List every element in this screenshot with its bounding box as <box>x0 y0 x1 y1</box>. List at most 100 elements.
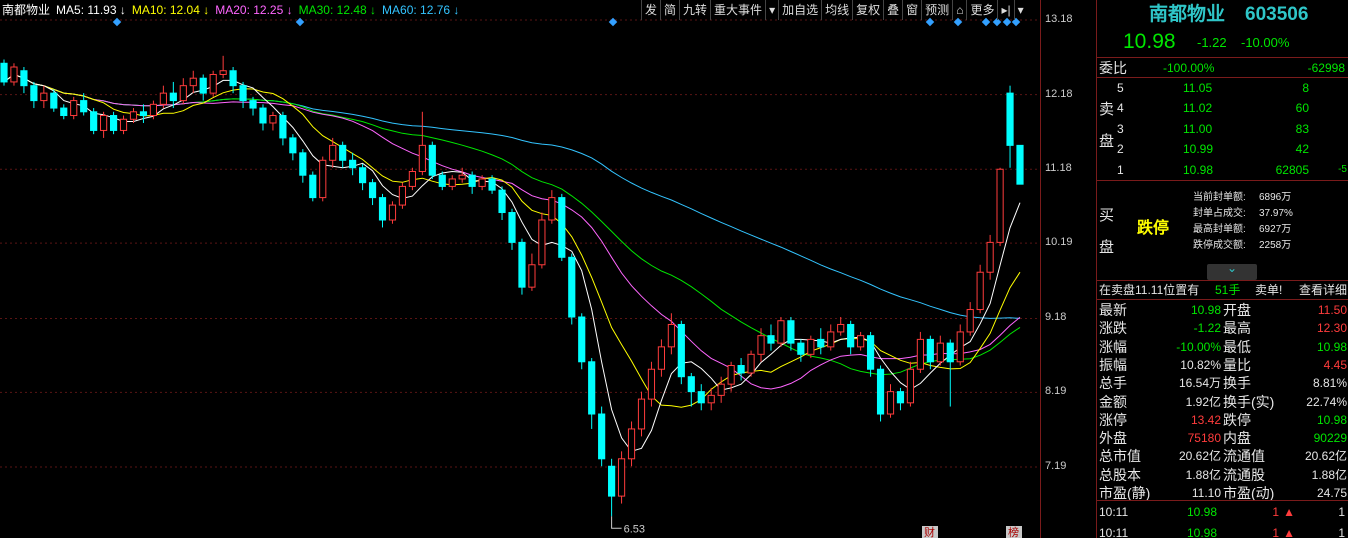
candle[interactable] <box>757 328 765 362</box>
event-marker-icon[interactable] <box>112 17 122 27</box>
candle[interactable] <box>179 78 187 105</box>
candle[interactable] <box>548 190 556 224</box>
candle[interactable] <box>30 81 38 109</box>
candle[interactable] <box>349 152 357 176</box>
toolbar-button[interactable]: ▾ <box>1013 0 1027 20</box>
toolbar-button[interactable]: 简 <box>660 0 679 20</box>
toolbar-button[interactable]: 复权 <box>852 0 883 20</box>
candle[interactable] <box>747 350 755 377</box>
candle[interactable] <box>578 313 586 370</box>
candle[interactable] <box>289 134 297 161</box>
toolbar-button[interactable]: 叠 <box>883 0 902 20</box>
candle[interactable] <box>269 111 277 131</box>
candle[interactable] <box>279 111 287 146</box>
candle[interactable] <box>588 358 596 429</box>
candle[interactable] <box>468 171 476 194</box>
candle[interactable] <box>807 335 815 359</box>
candle[interactable] <box>936 335 944 366</box>
candle[interactable] <box>309 171 317 202</box>
candle[interactable] <box>100 111 108 138</box>
candle[interactable] <box>926 335 934 370</box>
candle[interactable] <box>40 85 48 109</box>
candle[interactable] <box>189 70 197 94</box>
candle[interactable] <box>946 339 954 407</box>
candle[interactable] <box>558 193 566 262</box>
candle[interactable] <box>568 253 576 325</box>
bottom-mark[interactable]: 财 <box>924 525 935 538</box>
toolbar-button[interactable]: 发 <box>641 0 660 20</box>
candle[interactable] <box>976 264 984 314</box>
candle[interactable] <box>677 320 685 385</box>
toolbar-button[interactable]: 窗 <box>902 0 921 20</box>
toolbar-button[interactable]: ▾ <box>765 0 778 20</box>
candle[interactable] <box>199 74 207 101</box>
candle[interactable] <box>787 317 795 351</box>
candle[interactable] <box>1006 85 1014 168</box>
candle[interactable] <box>777 317 785 347</box>
candle[interactable] <box>378 193 387 228</box>
kline-chart-svg[interactable]: 6.53 财 榜 <box>0 0 1040 538</box>
candle[interactable] <box>408 167 416 191</box>
kline-chart-area[interactable]: 6.53 财 榜 南都物业 MA5: 11.93 ↓ MA10: 12.04 ↓ MA20… <box>0 0 1040 538</box>
toolbar-button[interactable]: 预测 <box>921 0 952 20</box>
candle[interactable] <box>518 238 526 295</box>
candle[interactable] <box>876 365 885 422</box>
event-marker-icon[interactable] <box>295 17 305 27</box>
ask-level[interactable]: 1 10.98 62805 -5 <box>1097 160 1348 180</box>
candle[interactable] <box>239 81 247 109</box>
event-marker-icon[interactable] <box>608 17 618 27</box>
candle[interactable] <box>767 324 775 351</box>
candle[interactable] <box>448 175 456 191</box>
candle[interactable] <box>139 104 148 123</box>
candle[interactable] <box>837 317 845 336</box>
candle[interactable] <box>359 164 367 191</box>
candle[interactable] <box>627 421 636 467</box>
candle[interactable] <box>428 141 436 179</box>
candle[interactable] <box>637 391 646 437</box>
candle[interactable] <box>10 63 18 86</box>
candle[interactable] <box>996 167 1004 247</box>
toolbar-button[interactable]: 加自选 <box>778 0 821 20</box>
candle[interactable] <box>886 384 895 418</box>
candle[interactable] <box>119 115 128 135</box>
candle[interactable] <box>697 384 705 411</box>
candle[interactable] <box>608 458 616 517</box>
candle[interactable] <box>109 111 118 135</box>
expand-toggle[interactable]: ⌄ <box>1207 261 1257 280</box>
toolbar-button[interactable]: 更多 <box>966 0 997 20</box>
candle[interactable] <box>598 406 606 467</box>
candle[interactable] <box>847 320 855 355</box>
candle[interactable] <box>50 89 58 112</box>
candle[interactable] <box>657 339 665 377</box>
candle[interactable] <box>159 85 167 109</box>
candle[interactable] <box>229 67 237 94</box>
candle[interactable] <box>388 201 397 224</box>
candle[interactable] <box>458 167 466 183</box>
candle[interactable] <box>617 451 626 504</box>
candle[interactable] <box>60 104 68 120</box>
candle[interactable] <box>538 212 546 269</box>
candle[interactable] <box>90 108 98 135</box>
candle[interactable] <box>896 387 905 411</box>
ask-level[interactable]: 4 11.02 60 <box>1097 98 1348 118</box>
toolbar-button[interactable]: ⌂ <box>952 0 966 20</box>
candle[interactable] <box>319 156 327 202</box>
toolbar-button[interactable]: 均线 <box>821 0 852 20</box>
candle[interactable] <box>956 324 964 366</box>
candle[interactable] <box>687 372 695 407</box>
candle[interactable] <box>986 234 994 280</box>
candle[interactable] <box>0 59 8 86</box>
candle[interactable] <box>966 302 974 336</box>
ask-level[interactable]: 3 11.00 83 <box>1097 119 1348 139</box>
candle[interactable] <box>508 208 516 250</box>
candle[interactable] <box>219 55 227 79</box>
toolbar-button[interactable]: ▸| <box>997 0 1013 20</box>
candle[interactable] <box>70 96 78 120</box>
candle[interactable] <box>817 328 825 355</box>
view-detail-link[interactable]: 查看详细 <box>1299 280 1347 300</box>
candle[interactable] <box>498 186 506 220</box>
toolbar-button[interactable]: 重大事件 <box>710 0 765 20</box>
candle[interactable] <box>259 104 267 131</box>
candle[interactable] <box>647 361 656 407</box>
candle[interactable] <box>418 111 426 176</box>
